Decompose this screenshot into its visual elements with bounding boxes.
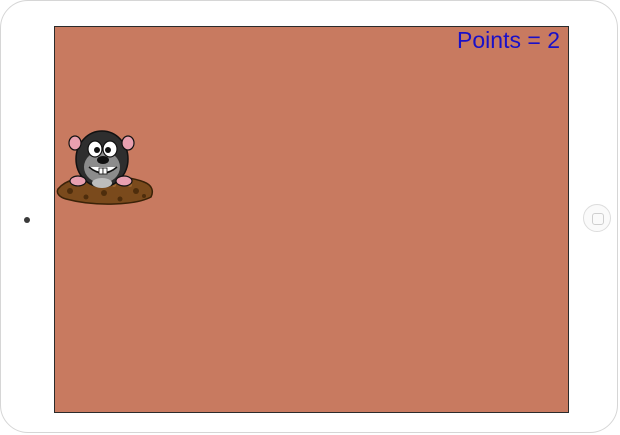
score-label: Points <box>457 27 521 53</box>
mole-sprite[interactable] <box>56 127 156 212</box>
score-separator: = <box>527 27 541 53</box>
home-button[interactable] <box>583 204 611 232</box>
front-camera <box>24 217 30 223</box>
score-display: Points = 2 <box>457 27 560 54</box>
score-value: 2 <box>547 27 560 53</box>
mole <box>68 130 135 188</box>
tablet-frame: Points = 2 <box>0 0 618 433</box>
game-field[interactable]: Points = 2 <box>54 26 569 413</box>
